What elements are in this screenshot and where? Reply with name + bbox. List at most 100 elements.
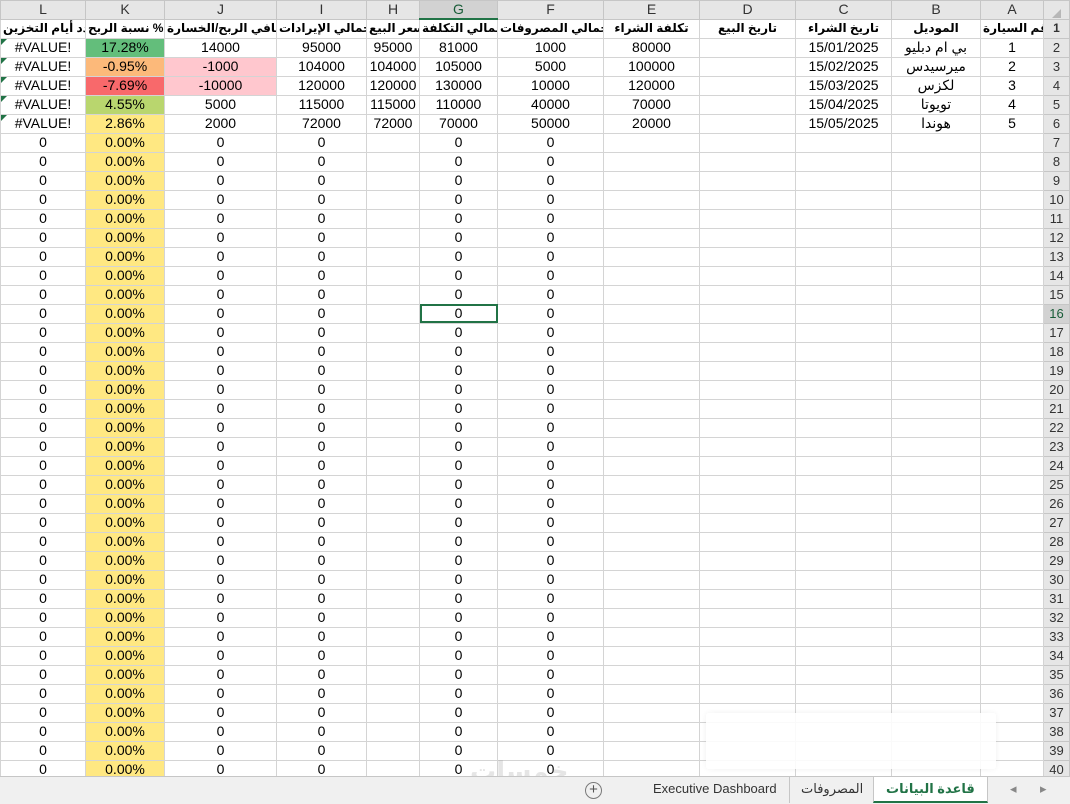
cell-B[interactable] [891, 265, 981, 286]
cell-F[interactable]: 50000 [497, 113, 604, 134]
cell-A[interactable] [980, 569, 1044, 590]
cell-A[interactable] [980, 531, 1044, 552]
cell-I[interactable]: 0 [276, 550, 367, 571]
cell-J[interactable]: 0 [164, 645, 277, 666]
cell-K[interactable]: 0.00% [85, 151, 165, 172]
cell-I[interactable]: 0 [276, 569, 367, 590]
cell-E[interactable] [603, 531, 700, 552]
cell-A[interactable] [980, 170, 1044, 191]
cell-B[interactable] [891, 303, 981, 324]
row-header[interactable]: 12 [1043, 227, 1070, 248]
row-header[interactable]: 21 [1043, 398, 1070, 419]
row-header[interactable]: 26 [1043, 493, 1070, 514]
cell-F[interactable]: 0 [497, 569, 604, 590]
cell-K[interactable]: 0.00% [85, 493, 165, 514]
cell-K[interactable]: 0.00% [85, 417, 165, 438]
cell-J[interactable]: 0 [164, 531, 277, 552]
row-header[interactable]: 4 [1043, 75, 1070, 96]
cell-L[interactable]: 0 [0, 303, 86, 324]
cell-E[interactable] [603, 702, 700, 723]
cell-A[interactable] [980, 284, 1044, 305]
cell-L[interactable]: 0 [0, 569, 86, 590]
cell-H[interactable] [366, 588, 420, 609]
row-header[interactable]: 22 [1043, 417, 1070, 438]
cell-K[interactable]: 0.00% [85, 721, 165, 742]
column-header-F[interactable]: F [497, 0, 604, 20]
cell-K[interactable]: 0.00% [85, 607, 165, 628]
cell-E[interactable] [603, 132, 700, 153]
row-header[interactable]: 1 [1043, 18, 1070, 39]
cell-E[interactable]: 100000 [603, 56, 700, 77]
cell-E[interactable]: 20000 [603, 113, 700, 134]
row-header[interactable]: 37 [1043, 702, 1070, 723]
cell-G[interactable]: 0 [419, 227, 498, 248]
cell-B[interactable] [891, 645, 981, 666]
cell-K[interactable]: 0.00% [85, 664, 165, 685]
cell-B[interactable] [891, 683, 981, 704]
cell-B[interactable] [891, 436, 981, 457]
cell-A[interactable] [980, 379, 1044, 400]
cell-B[interactable] [891, 322, 981, 343]
cell-I[interactable]: 0 [276, 265, 367, 286]
cell-F[interactable]: 0 [497, 341, 604, 362]
cell-B[interactable] [891, 227, 981, 248]
cell-C[interactable] [795, 550, 892, 571]
cell-C[interactable] [795, 417, 892, 438]
cell-F[interactable]: 0 [497, 208, 604, 229]
cell-L[interactable]: 0 [0, 170, 86, 191]
cell-C[interactable] [795, 132, 892, 153]
cell-K[interactable]: 0.00% [85, 645, 165, 666]
cell-G[interactable]: 0 [419, 740, 498, 761]
cell-F[interactable]: 0 [497, 702, 604, 723]
cell-F[interactable]: 0 [497, 626, 604, 647]
cell-B[interactable] [891, 455, 981, 476]
cell-H[interactable] [366, 474, 420, 495]
cell-I[interactable]: 0 [276, 626, 367, 647]
cell-H[interactable] [366, 645, 420, 666]
cell-F[interactable]: 0 [497, 132, 604, 153]
cell-B[interactable] [891, 360, 981, 381]
column-header-G[interactable]: G [419, 0, 498, 20]
cell-D[interactable] [699, 474, 796, 495]
cell-I[interactable]: 0 [276, 702, 367, 723]
cell-J[interactable]: 0 [164, 379, 277, 400]
cell-E[interactable] [603, 151, 700, 172]
header-cell-J[interactable]: صافي الربح/الخسارة [164, 18, 277, 39]
cell-B[interactable] [891, 474, 981, 495]
cell-C[interactable] [795, 664, 892, 685]
cell-I[interactable]: 0 [276, 455, 367, 476]
cell-A[interactable] [980, 189, 1044, 210]
cell-I[interactable]: 0 [276, 246, 367, 267]
cell-B[interactable] [891, 398, 981, 419]
cell-K[interactable]: 0.00% [85, 284, 165, 305]
cell-B[interactable] [891, 588, 981, 609]
cell-K[interactable]: 0.00% [85, 588, 165, 609]
cell-G[interactable]: 0 [419, 379, 498, 400]
cell-E[interactable] [603, 626, 700, 647]
cell-H[interactable] [366, 303, 420, 324]
cell-L[interactable]: 0 [0, 151, 86, 172]
cell-H[interactable] [366, 284, 420, 305]
cell-D[interactable] [699, 607, 796, 628]
cell-L[interactable]: 0 [0, 474, 86, 495]
row-header[interactable]: 7 [1043, 132, 1070, 153]
cell-G[interactable]: 0 [419, 493, 498, 514]
cell-A[interactable] [980, 227, 1044, 248]
cell-E[interactable] [603, 208, 700, 229]
header-cell-H[interactable]: سعر البيع [366, 18, 420, 39]
cell-F[interactable]: 0 [497, 360, 604, 381]
cell-J[interactable]: 0 [164, 151, 277, 172]
cell-J[interactable]: 0 [164, 132, 277, 153]
cell-G[interactable]: 0 [419, 265, 498, 286]
header-cell-K[interactable]: نسبة الربح % [85, 18, 165, 39]
cell-C[interactable]: 15/04/2025 [795, 94, 892, 115]
cell-A[interactable] [980, 398, 1044, 419]
cell-E[interactable] [603, 550, 700, 571]
cell-I[interactable]: 0 [276, 512, 367, 533]
cell-K[interactable]: -7.69% [85, 75, 165, 96]
cell-K[interactable]: 0.00% [85, 512, 165, 533]
cell-G[interactable]: 0 [419, 588, 498, 609]
cell-E[interactable] [603, 170, 700, 191]
cell-L[interactable]: 0 [0, 683, 86, 704]
cell-C[interactable]: 15/01/2025 [795, 37, 892, 58]
